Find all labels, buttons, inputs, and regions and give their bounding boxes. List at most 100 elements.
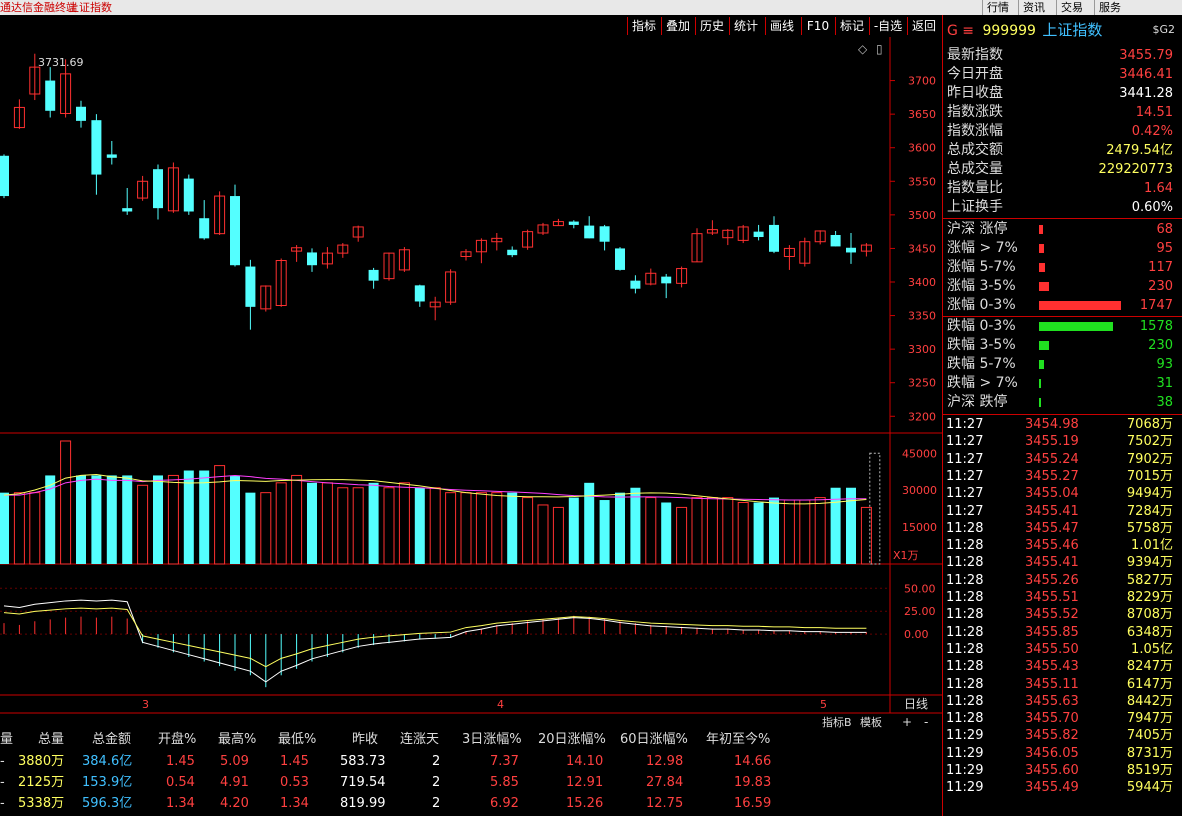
tick-row: 11:28 3455.85 6348万: [943, 624, 1179, 641]
tick-row: 11:28 3455.50 1.05亿: [943, 641, 1179, 658]
volume-tick-label: 30000: [902, 484, 937, 497]
template-tab[interactable]: 模板: [860, 715, 882, 729]
volume-bar: [599, 500, 610, 564]
f10-button[interactable]: F10: [801, 17, 834, 35]
tick-time: 11:27: [946, 486, 984, 502]
zoom-out-button[interactable]: -: [924, 715, 928, 729]
breadth-bar: [1039, 263, 1045, 272]
quote-row-label: 总成交量: [947, 161, 1003, 177]
tick-time: 11:28: [946, 659, 984, 675]
tick-amount: 5827万: [1126, 572, 1173, 588]
tick-row: 11:28 3455.52 8708万: [943, 606, 1179, 623]
quote-row: 昨日收盘 3441.28: [945, 84, 1177, 103]
table-header[interactable]: 年初至今%: [706, 731, 770, 749]
volume-bar: [460, 492, 472, 565]
menu-info[interactable]: 资讯: [1018, 0, 1049, 15]
tick-amount: 7405万: [1126, 728, 1173, 744]
price-grid: 3700 3650 3600 3550 3500 3450 3400 3350 3300 3250…: [890, 75, 936, 423]
tick-time: 11:28: [946, 711, 984, 727]
menu-service[interactable]: 服务: [1094, 0, 1125, 15]
table-header[interactable]: 最高%: [218, 731, 256, 749]
table-row[interactable]: -5338万 596.3亿 1.34 4.20 1.34 819.99 2 6.92 15.26…: [0, 794, 942, 814]
table-row[interactable]: -3880万 384.6亿 1.45 5.09 1.45 583.73 2 7.37 14.10…: [0, 752, 942, 772]
price-tick-label: 3700: [908, 75, 936, 88]
quote-row-label: 今日开盘: [947, 66, 1003, 82]
volume-bar: [676, 506, 688, 565]
table-header[interactable]: 60日涨幅%: [620, 731, 688, 749]
quote-row-label: 指数涨幅: [947, 123, 1003, 139]
table-cell: 0.53: [280, 775, 309, 790]
volume-bar: [13, 492, 25, 565]
period-label[interactable]: 日线: [904, 697, 928, 711]
volume-bar: [537, 504, 549, 565]
table-header[interactable]: 量: [0, 731, 13, 749]
mark-button[interactable]: 标记: [835, 17, 868, 35]
kline-chart[interactable]: 3700 3650 3600 3550 3500 3450 3400 3350 3300 3250…: [0, 37, 942, 729]
tick-amount: 8229万: [1126, 590, 1173, 605]
table-header[interactable]: 开盘%: [158, 731, 196, 749]
tick-time: 11:28: [946, 607, 984, 623]
tick-row: 11:28 3455.51 8229万: [943, 589, 1179, 606]
tick-price: 3455.82: [1025, 728, 1079, 744]
table-header[interactable]: 连涨天: [400, 731, 439, 749]
month-label-3: 3: [142, 698, 149, 711]
price-tick-label: 3300: [908, 343, 936, 356]
table-header[interactable]: 20日涨幅%: [538, 731, 606, 749]
back-button[interactable]: 返回: [907, 17, 940, 35]
tick-amount: 9394万: [1126, 555, 1173, 571]
table-header[interactable]: 3日涨幅%: [462, 731, 522, 749]
indicator-button[interactable]: 指标: [627, 17, 660, 35]
table-header[interactable]: 最低%: [278, 731, 316, 749]
expand-icon[interactable]: ◇: [858, 42, 868, 56]
price-tick-label: 3500: [908, 209, 936, 222]
volume-bar: [214, 465, 226, 565]
watchlist-button[interactable]: -自选: [869, 17, 906, 35]
table-cell: 16.59: [734, 796, 772, 811]
breadth-bar: [1039, 225, 1043, 234]
tick-row: 11:28 3455.43 8247万: [943, 658, 1179, 675]
volume-bar: [429, 487, 441, 565]
candle-body: [106, 154, 117, 158]
table-header[interactable]: 昨收: [352, 731, 378, 749]
table-cell: 819.99: [340, 796, 386, 811]
volume-bar: [352, 487, 364, 565]
quote-panel: G ≡ 999999 上证指数 $G2 最新指数 3455.79 今日开盘 3446.…: [942, 15, 1182, 816]
menu-trade[interactable]: 交易: [1056, 0, 1087, 15]
tick-amount: 8442万: [1126, 693, 1173, 709]
tick-time: 11:29: [946, 745, 984, 761]
menu-quotes[interactable]: 行情: [982, 0, 1013, 15]
volume-tick-label: 45000: [902, 447, 937, 460]
draw-line-button[interactable]: 画线: [765, 17, 798, 35]
tick-amount: 6147万: [1126, 676, 1173, 692]
volume-bar: [122, 475, 133, 564]
table-header[interactable]: 总金额: [92, 731, 131, 749]
volume-bar: [645, 497, 657, 565]
overlay-button[interactable]: 叠加: [661, 17, 694, 35]
candle-body: [368, 269, 379, 281]
zoom-in-button[interactable]: +: [902, 715, 912, 729]
price-tick-label: 3250: [908, 377, 936, 390]
tick-amount: 8708万: [1126, 607, 1173, 623]
volume-bar: [491, 492, 503, 565]
table-header[interactable]: 总量: [38, 731, 64, 749]
tick-row: 11:27 3455.24 7902万: [943, 451, 1179, 468]
quote-row-value: 0.60%: [1131, 200, 1173, 215]
quote-row-label: 指数涨跌: [947, 104, 1003, 120]
tick-row: 11:28 3455.41 9394万: [943, 554, 1179, 571]
tick-amount: 7015万: [1126, 468, 1173, 484]
breadth-label: 涨幅 > 7%: [947, 240, 1018, 256]
breadth-value: 68: [1156, 222, 1173, 237]
tick-amount: 8519万: [1126, 763, 1173, 778]
history-button[interactable]: 历史: [695, 17, 728, 35]
tick-time: 11:28: [946, 555, 984, 571]
quote-row-value: 0.42%: [1131, 124, 1173, 139]
window-icon[interactable]: ▯: [876, 42, 883, 56]
volume-bar: [522, 497, 534, 565]
volume-bar: [153, 475, 163, 564]
tick-row: 11:28 3455.70 7947万: [943, 710, 1179, 727]
indicator-b-tab[interactable]: 指标B: [822, 715, 852, 729]
table-cell: 1.34: [280, 796, 309, 811]
table-row[interactable]: -2125万 153.9亿 0.54 4.91 0.53 719.54 2 5.85 12.91…: [0, 773, 942, 793]
stats-button[interactable]: 统计: [729, 17, 762, 35]
quote-row-value: 3441.28: [1119, 86, 1173, 101]
